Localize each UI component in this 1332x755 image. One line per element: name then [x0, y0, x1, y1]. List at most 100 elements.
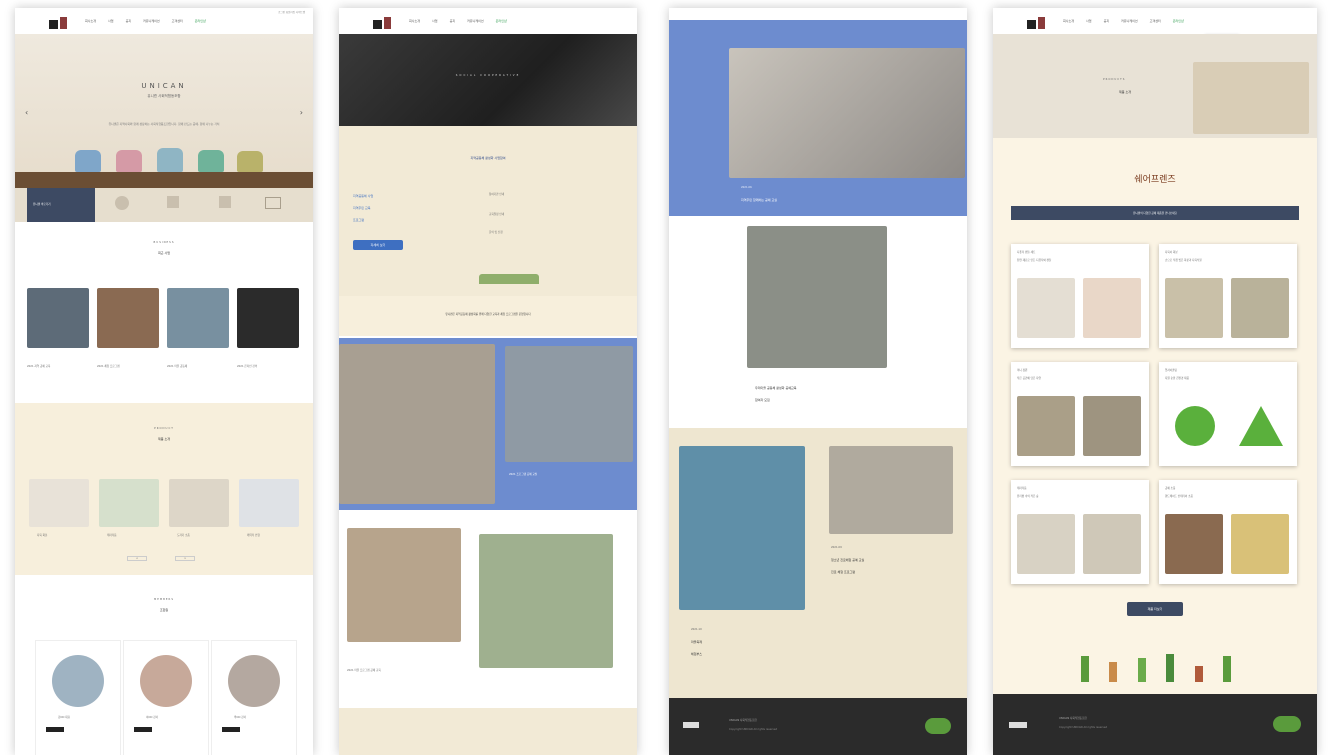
footer-logo	[683, 722, 699, 728]
product-card[interactable]: 업사이클링 자원 순환 친환경 제품	[1159, 362, 1297, 466]
intro-link[interactable]: 프로그램	[353, 218, 364, 222]
program-date: 2021.10	[691, 628, 702, 631]
brand-logo: 쉐어프렌즈	[1134, 175, 1176, 185]
product-name[interactable]: 다육 화분	[37, 533, 47, 537]
intro-link[interactable]: 지역주민 교육	[353, 206, 371, 210]
news-title[interactable]: 2021 지역 공예 교육	[27, 364, 50, 368]
news-photo[interactable]	[237, 288, 299, 348]
member-card[interactable]: 이OO 강사	[123, 640, 209, 755]
quick-link-icon[interactable]	[219, 196, 231, 208]
product-name[interactable]: 도자기 소품	[177, 533, 190, 537]
section-title: 제품 소개	[158, 437, 170, 441]
product-card[interactable]: 다육이 화분 손으로 직접 빚은 화분과 다육식물	[1159, 244, 1297, 348]
gallery-photo[interactable]	[347, 528, 461, 642]
nav-item-shop[interactable]: 온라인샵	[1173, 19, 1184, 23]
logo	[373, 13, 397, 29]
program-photo[interactable]	[829, 446, 953, 534]
gallery-caption: 2021 프로그램 공예 교실	[509, 473, 538, 476]
info-text: 참여기관 안내	[489, 193, 505, 196]
featured-section: 2021.06 지역주민 함께하는 공예 교실	[669, 20, 967, 216]
card-photo	[1165, 514, 1223, 574]
gallery-photo[interactable]	[339, 344, 495, 504]
prev-page-button[interactable]: <	[127, 556, 148, 561]
nav-item[interactable]: 고객센터	[172, 19, 183, 23]
screenshot-panel-home: 회사소개 사업 공지 커뮤니케이션 고객센터 온라인샵 로그인 회원가입 사이트…	[15, 8, 313, 755]
product-name[interactable]: 캐릭터 인형	[247, 533, 260, 537]
product-card[interactable]: 디퓨저 캔들 세트 천연 재료로 만든 디퓨저와 캔들	[1011, 244, 1149, 348]
utility-links[interactable]: 로그인 회원가입 사이트맵	[278, 10, 305, 14]
intro-title: 지역공동체 활성화 사업참여	[470, 156, 506, 160]
product-card[interactable]: 테라리움 유리병 속의 작은 숲	[1011, 480, 1149, 584]
product-section: PRODUCT 제품 소개 다육 화분 테라리움 도자기 소품 캐릭터 인형 <…	[15, 403, 313, 575]
nav-item[interactable]: 커뮤니케이션	[467, 19, 484, 23]
next-page-button[interactable]: >	[175, 556, 196, 561]
card-desc: 손으로 직접 빚은 화분과 다육식물	[1165, 259, 1202, 262]
news-photo[interactable]	[97, 288, 159, 348]
globe-icon	[1175, 406, 1215, 446]
gallery-photo[interactable]	[479, 534, 613, 668]
news-title[interactable]: 2021 마을 공동체	[167, 364, 187, 368]
detail-button[interactable]: 자세히 보기	[353, 240, 403, 250]
product-photo[interactable]	[29, 479, 89, 527]
news-photo[interactable]	[167, 288, 229, 348]
program-title[interactable]: 청소년 진로체험 공예 교실	[831, 558, 864, 562]
featured-date: 2021.06	[741, 186, 752, 189]
featured-photo[interactable]	[729, 48, 965, 178]
program-title[interactable]: 마을축제	[691, 640, 702, 644]
news-title[interactable]: 2021 온라인 강의	[237, 364, 257, 368]
nav-item[interactable]: 회사소개	[1063, 19, 1074, 23]
product-card[interactable]: 공예 소품 핸드메이드 인테리어 소품	[1159, 480, 1297, 584]
intro-link[interactable]: 지역공동체 사업	[353, 194, 373, 198]
card-desc: 작은 공간에 담은 자연	[1017, 377, 1041, 380]
nav-item[interactable]: 공지	[1104, 19, 1110, 23]
nav-item[interactable]: 사업	[432, 19, 438, 23]
program-photo[interactable]	[747, 226, 887, 368]
plant-illustration	[1081, 652, 1231, 682]
card-desc: 핸드메이드 인테리어 소품	[1165, 495, 1193, 498]
quick-link-icon[interactable]	[265, 197, 281, 209]
member-card[interactable]: 박OO 강사	[211, 640, 297, 755]
more-products-button[interactable]: 제품 더보기	[1127, 602, 1183, 616]
quick-link-icon[interactable]	[167, 196, 179, 208]
program-date: 2021.09	[831, 546, 842, 549]
program-title[interactable]: 우리마을 공동체 활성화 공예교육	[755, 386, 797, 390]
member-card[interactable]: 김OO 대표	[35, 640, 121, 755]
prev-arrow-icon[interactable]: ‹	[25, 108, 28, 117]
nav-item[interactable]: 커뮤니케이션	[143, 19, 160, 23]
product-photo[interactable]	[99, 479, 159, 527]
product-card[interactable]: 미니 정원 작은 공간에 담은 자연	[1011, 362, 1149, 466]
nav-item[interactable]: 회사소개	[409, 19, 420, 23]
footer: UNICAN 사회적협동조합 Copyright UNICAN All righ…	[993, 694, 1317, 755]
next-arrow-icon[interactable]: ›	[300, 108, 303, 117]
nav-item[interactable]: 사업	[1086, 19, 1092, 23]
card-desc: 유리병 속의 작은 숲	[1017, 495, 1039, 498]
section-en-title: PRODUCT	[154, 427, 174, 430]
product-house-image	[237, 151, 263, 172]
nav-item[interactable]: 공지	[450, 19, 456, 23]
gallery-photo[interactable]	[505, 346, 633, 462]
nav-item-shop[interactable]: 온라인샵	[195, 19, 206, 23]
nav-item[interactable]: 사업	[108, 19, 114, 23]
card-title: 다육이 화분	[1165, 251, 1178, 254]
nav-item[interactable]: 커뮤니케이션	[1121, 19, 1138, 23]
quick-link-label: 유니캔 바로가기	[33, 203, 51, 206]
certification-badge-icon	[925, 718, 951, 734]
nav-item[interactable]: 회사소개	[85, 19, 96, 23]
nav-item[interactable]: 공지	[126, 19, 132, 23]
product-photo[interactable]	[239, 479, 299, 527]
screenshot-panel-products: 회사소개 사업 공지 커뮤니케이션 고객센터 온라인샵 PRODUCTS 제품 …	[993, 8, 1317, 755]
certification-badge-icon	[1273, 716, 1301, 732]
nav-item-shop[interactable]: 온라인샵	[496, 19, 507, 23]
nav-item[interactable]: 고객센터	[1150, 19, 1161, 23]
card-photo	[1017, 514, 1075, 574]
quick-link-main[interactable]: 유니캔 바로가기	[27, 188, 95, 222]
news-photo[interactable]	[27, 288, 89, 348]
product-name[interactable]: 테라리움	[107, 533, 117, 537]
footer: UNICAN 사회적협동조합 Copyright UNICAN All righ…	[669, 698, 967, 755]
quick-link-icon[interactable]	[115, 196, 129, 210]
product-photo[interactable]	[169, 479, 229, 527]
member-photo	[140, 655, 192, 707]
program-photo[interactable]	[679, 446, 805, 610]
featured-title[interactable]: 지역주민 함께하는 공예 교실	[741, 198, 777, 202]
news-title[interactable]: 2021 체험 프로그램	[97, 364, 120, 368]
